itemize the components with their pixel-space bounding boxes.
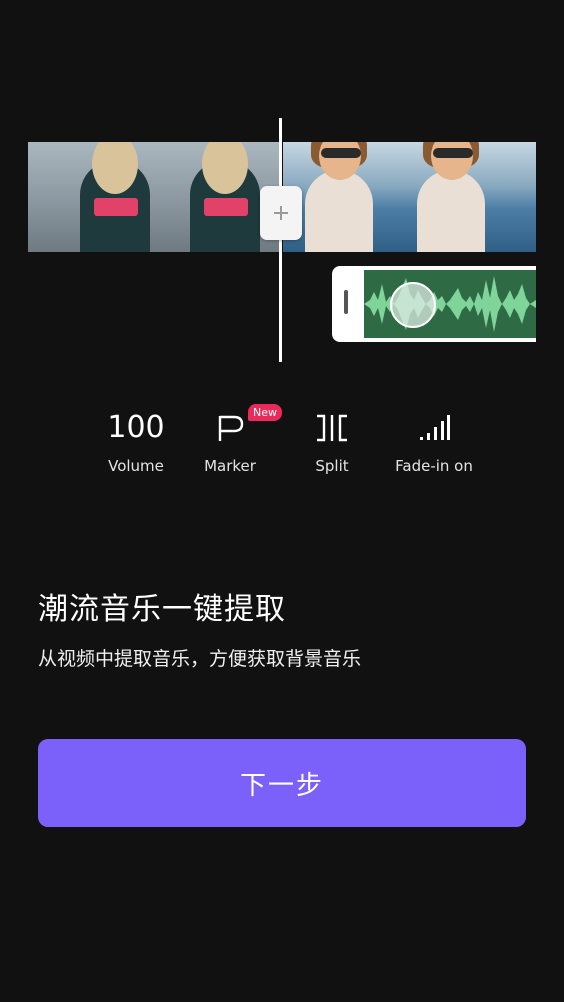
next-button[interactable]: 下一步 bbox=[38, 739, 526, 827]
split-tool[interactable]: Split bbox=[282, 403, 382, 475]
audio-scrub-knob[interactable] bbox=[390, 282, 436, 328]
new-badge: New bbox=[248, 404, 282, 421]
fade-tool[interactable]: Fade-in on bbox=[384, 403, 484, 475]
page-title: 潮流音乐一键提取 bbox=[38, 592, 286, 627]
audio-trim-handle[interactable] bbox=[344, 290, 348, 314]
volume-label: Volume bbox=[108, 457, 164, 475]
video-clip-right bbox=[283, 142, 536, 252]
page-subtitle: 从视频中提取音乐，方便获取背景音乐 bbox=[38, 648, 362, 670]
add-clip-button[interactable] bbox=[260, 186, 302, 240]
plus-icon bbox=[274, 206, 288, 220]
marker-label: Marker bbox=[204, 457, 256, 475]
volume-value: 100 bbox=[107, 410, 165, 445]
fade-label: Fade-in on bbox=[395, 457, 473, 475]
edit-toolbar: 100 Volume Marker Split Fade-in on bbox=[80, 403, 484, 485]
split-icon bbox=[317, 414, 347, 442]
flag-icon bbox=[218, 415, 244, 441]
audio-track[interactable] bbox=[332, 266, 536, 342]
signal-bars-icon bbox=[420, 415, 450, 440]
volume-tool[interactable]: 100 Volume bbox=[86, 403, 186, 476]
video-clip-left bbox=[28, 142, 280, 252]
split-label: Split bbox=[315, 457, 349, 475]
playhead-line[interactable] bbox=[279, 118, 282, 362]
